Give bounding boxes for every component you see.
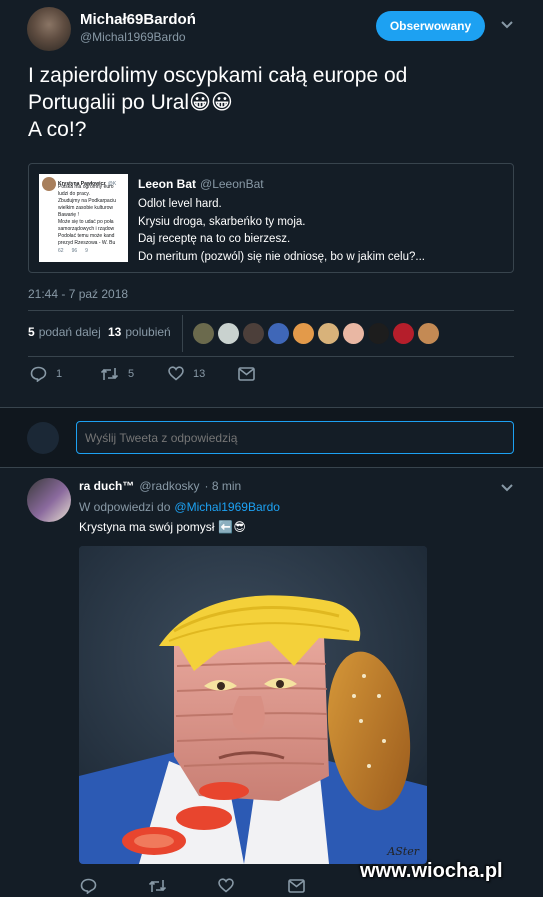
divider [0,467,543,468]
thumbnail-avatar [42,177,56,191]
thumbnail-stat: 62 [58,248,64,254]
reply-media-image[interactable]: ASter [79,546,427,864]
image-signature: ASter [387,845,419,858]
own-avatar[interactable] [27,422,59,454]
chevron-down-icon[interactable] [500,483,514,493]
retweets-count: 5 [28,325,35,339]
thumbnail-line: Może się to udać po poła [58,219,114,225]
reply-icon[interactable] [80,878,97,894]
divider [28,310,514,311]
reply-text: Krystyna ma swój pomysł ⬅️😎 [79,520,246,534]
author-display-name[interactable]: Michał69Bardoń [80,11,196,28]
likes-count: 13 [108,325,122,339]
retweet-count: 5 [128,368,135,380]
tweet-text-line: I zapierdolimy oscypkami całą europe od [28,64,408,87]
direct-message-icon[interactable] [238,367,255,381]
author-avatar[interactable] [27,7,71,51]
tweet-text-line: A co!? [28,118,87,141]
following-button[interactable]: Obserwowany [376,11,485,41]
in-reply-prefix: W odpowiedzi do [79,500,171,514]
liker-avatar[interactable] [193,323,214,344]
chevron-down-icon[interactable] [500,20,514,30]
quoted-tweet-text: Odlot level hard. Krysiu droga, skarbeńk… [138,196,508,266]
liker-avatar[interactable] [343,323,364,344]
liker-avatar[interactable] [368,323,389,344]
author-handle[interactable]: @Michal1969Bardo [80,30,186,44]
liker-avatar[interactable] [318,323,339,344]
like-count: 13 [193,367,206,380]
quoted-handle[interactable]: @LeeonBat [200,177,264,191]
liker-avatars [193,323,439,344]
grinning-emoji: 😀😀 [189,91,233,114]
quoted-display-name[interactable]: Leeon Bat [138,177,196,191]
heart-icon [168,366,184,381]
reply-author-avatar[interactable] [27,478,71,522]
reply-time[interactable]: · 8 min [205,479,242,493]
liker-avatar[interactable] [418,323,439,344]
reply-count: 1 [56,368,63,380]
liker-avatar[interactable] [243,323,264,344]
divider [0,407,543,408]
thumbnail-line: samorządowych i rządow [58,226,115,232]
thumbnail-stat: 9 [85,248,88,254]
divider [28,356,514,357]
liker-avatar[interactable] [293,323,314,344]
quoted-text-line: Odlot level hard. [138,198,222,210]
quoted-text-line: Krysiu droga, skarbeńko ty moja. [138,215,306,228]
thumbnail-line: Podołać temu może kand [58,233,115,239]
thumbnail-line: Bawarię ! [58,212,79,218]
reply-input[interactable] [76,421,514,454]
like-action[interactable]: 13 [168,366,205,381]
tweet-text: I zapierdolimy oscypkami całą europe od … [28,62,528,143]
reply-action[interactable]: 1 [30,366,62,382]
ham-figure-illustration [79,546,427,864]
reply-handle[interactable]: @radkosky [139,479,199,493]
liker-avatar[interactable] [268,323,289,344]
retweet-action[interactable]: 5 [100,366,134,382]
thumbnail-line: wielkim zasobie kulturow [58,205,114,211]
quoted-text-line: Do meritum (pozwól) się nie odniosę, bo … [138,250,425,263]
stats-separator [182,315,183,352]
liker-avatar[interactable] [393,323,414,344]
likes-label: polubień [125,325,171,339]
site-watermark: www.wiocha.pl [360,860,503,882]
retweet-icon[interactable] [148,878,167,894]
quoted-tweet-thumbnail[interactable]: Krystyna Pawłowicz @K Polska ma ogromny … [39,174,128,262]
direct-message-icon[interactable] [288,879,305,893]
arrow-and-sunglasses-emoji: ⬅️😎 [218,520,246,534]
thumbnail-line: prezyd Rzeszowa - W. Bu [58,240,116,246]
reply-text-content: Krystyna ma swój pomysł [79,520,215,534]
thumbnail-line: ludzi do pracy. [58,191,90,197]
heart-icon[interactable] [218,878,234,893]
reply-display-name[interactable]: ra duch™ [79,479,134,493]
in-reply-to: W odpowiedzi do @Michal1969Bardo [79,500,280,514]
like-stats[interactable]: 13 polubień [108,325,171,339]
tweet-timestamp[interactable]: 21:44 - 7 paź 2018 [28,287,128,301]
retweet-stats[interactable]: 5 podań dalej [28,325,101,339]
quoted-text-line: Daj receptę na to co bierzesz. [138,233,291,245]
retweet-icon [100,366,119,382]
thumbnail-line: Zbudujmy na Podkarpaciu [58,198,117,204]
tweet-text-line: Portugalii po Ural [28,91,190,114]
reply-icon [30,366,47,382]
thumbnail-stat: 96 [71,248,78,254]
retweets-label: podań dalej [38,325,101,339]
in-reply-handle-link[interactable]: @Michal1969Bardo [174,500,280,514]
liker-avatar[interactable] [218,323,239,344]
